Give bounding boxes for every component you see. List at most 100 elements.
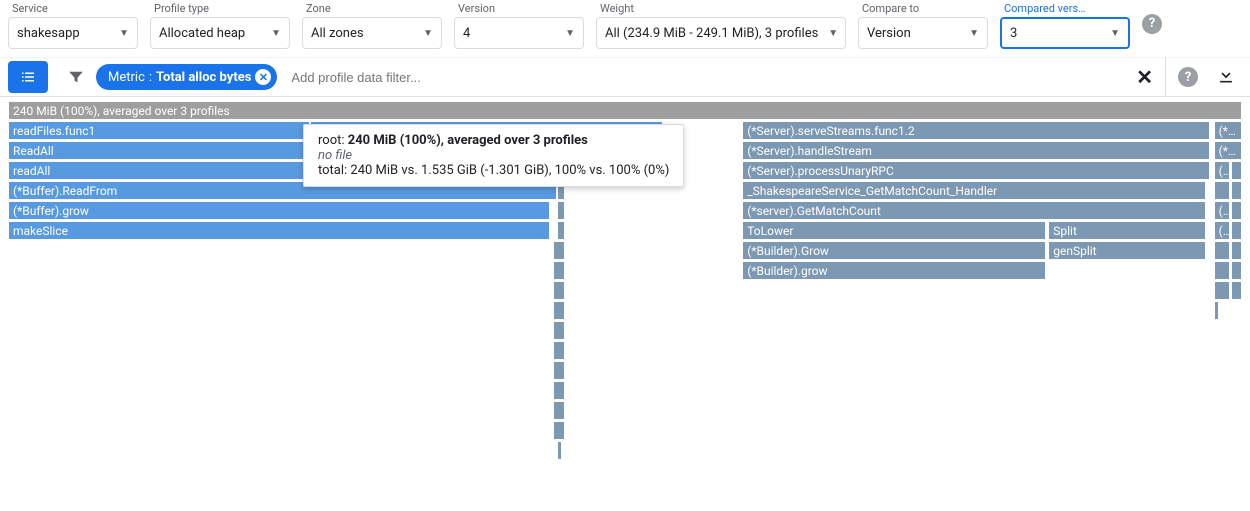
- tooltip-line1: root: 240 MiB (100%), averaged over 3 pr…: [318, 133, 669, 148]
- tooltip-line1-prefix: root:: [318, 133, 348, 148]
- compare-to-select[interactable]: Version ▼: [858, 17, 988, 49]
- flame-frame[interactable]: [553, 281, 564, 300]
- frame-tooltip: root: 240 MiB (100%), averaged over 3 pr…: [303, 124, 684, 187]
- chevron-down-icon: ▼: [423, 28, 433, 39]
- compared-version-value: 3: [1010, 26, 1017, 41]
- profile-type-select[interactable]: Allocated heap ▼: [150, 17, 290, 49]
- chevron-down-icon: ▼: [119, 28, 129, 39]
- weight-select[interactable]: All (234.9 MiB - 249.1 MiB), 3 profiles …: [596, 17, 846, 49]
- flame-frame[interactable]: [553, 341, 564, 360]
- flame-frame[interactable]: (*h…: [1214, 121, 1242, 140]
- tooltip-line3-value: 240 MiB vs. 1.535 GiB (-1.301 GiB), 100%…: [350, 163, 669, 178]
- weight-value: All (234.9 MiB - 249.1 MiB), 3 profiles: [605, 26, 818, 41]
- flame-frame[interactable]: (*Server).serveStreams.func1.2: [742, 121, 1210, 140]
- zone-label: Zone: [306, 2, 442, 15]
- control-bar: Service shakesapp ▼ Profile type Allocat…: [0, 0, 1250, 57]
- flame-frame[interactable]: [553, 261, 564, 280]
- service-value: shakesapp: [17, 26, 80, 41]
- flame-frame[interactable]: [553, 241, 564, 260]
- chevron-down-icon: ▼: [1110, 28, 1120, 39]
- flame-frame[interactable]: [1214, 181, 1230, 200]
- flame-frame[interactable]: (*Buffer).grow: [8, 201, 550, 220]
- chevron-down-icon: ▼: [969, 28, 979, 39]
- flame-frame[interactable]: (…: [1214, 201, 1230, 220]
- flame-frame[interactable]: makeSlice: [8, 221, 550, 240]
- tooltip-line3: total: 240 MiB vs. 1.535 GiB (-1.301 GiB…: [318, 163, 669, 178]
- chip-remove-icon[interactable]: ✕: [255, 69, 271, 85]
- metric-chip-value: Total alloc bytes: [156, 70, 251, 85]
- flame-frame[interactable]: (*Server).processUnaryRPC: [742, 161, 1210, 180]
- compare-to-control: Compare to Version ▼: [858, 2, 988, 49]
- flame-frame[interactable]: [1214, 281, 1230, 300]
- version-label: Version: [458, 2, 584, 15]
- flame-frame[interactable]: Split: [1048, 221, 1206, 240]
- flame-frame[interactable]: [1214, 261, 1230, 280]
- tooltip-line1-value: 240 MiB (100%), averaged over 3 profiles: [348, 133, 588, 148]
- compare-to-value: Version: [867, 26, 911, 41]
- flame-frame[interactable]: [1214, 241, 1230, 260]
- flame-frame[interactable]: [1231, 181, 1242, 200]
- flame-frame[interactable]: [557, 441, 562, 460]
- flame-frame[interactable]: [1214, 301, 1219, 320]
- flame-frame[interactable]: [553, 301, 564, 320]
- version-value: 4: [463, 26, 470, 41]
- download-icon: [1216, 65, 1236, 85]
- flame-frame[interactable]: [1231, 221, 1242, 240]
- weight-control: Weight All (234.9 MiB - 249.1 MiB), 3 pr…: [596, 2, 846, 49]
- service-select[interactable]: shakesapp ▼: [8, 17, 138, 49]
- flame-frame[interactable]: (*Server).handleStream: [742, 141, 1210, 160]
- flame-root[interactable]: 240 MiB (100%), averaged over 3 profiles: [8, 101, 1242, 120]
- list-view-button[interactable]: [8, 61, 48, 93]
- version-select[interactable]: 4 ▼: [454, 17, 584, 49]
- tooltip-line3-prefix: total:: [318, 163, 350, 178]
- download-button[interactable]: [1204, 65, 1242, 89]
- service-label: Service: [12, 2, 138, 15]
- list-icon: [19, 68, 37, 86]
- help-icon[interactable]: ?: [1178, 67, 1198, 87]
- clear-filter-button[interactable]: ✕: [1124, 65, 1165, 89]
- flame-frame[interactable]: (…: [1214, 221, 1230, 240]
- flame-frame[interactable]: [553, 381, 564, 400]
- zone-select[interactable]: All zones ▼: [302, 17, 442, 49]
- compared-version-select[interactable]: 3 ▼: [1000, 17, 1130, 49]
- flame-frame[interactable]: (*h…: [1214, 141, 1242, 160]
- flame-frame[interactable]: [1231, 261, 1242, 280]
- filter-icon: [67, 68, 85, 86]
- flame-frame[interactable]: _ShakespeareService_GetMatchCount_Handle…: [742, 181, 1206, 200]
- chevron-down-icon: ▼: [565, 28, 575, 39]
- flame-frame[interactable]: [1231, 281, 1242, 300]
- compare-to-label: Compare to: [862, 2, 988, 15]
- compared-version-label: Compared vers…: [1004, 2, 1130, 15]
- filter-bar: Metric : Total alloc bytes ✕ ✕ ?: [0, 57, 1250, 97]
- flame-frame[interactable]: ToLower: [742, 221, 1046, 240]
- flame-frame[interactable]: [553, 361, 564, 380]
- flame-frame[interactable]: (*Builder).grow: [742, 261, 1046, 280]
- metric-chip[interactable]: Metric : Total alloc bytes ✕: [96, 64, 277, 90]
- flame-frame[interactable]: readFiles.func1: [8, 121, 310, 140]
- flame-frame[interactable]: [553, 321, 564, 340]
- flame-frame[interactable]: [1231, 201, 1242, 220]
- metric-chip-prefix: Metric: [108, 70, 145, 85]
- filter-input[interactable]: [289, 69, 1124, 86]
- flame-frame[interactable]: genSplit: [1048, 241, 1206, 260]
- chevron-down-icon: ▼: [271, 28, 281, 39]
- flame-frame[interactable]: [1231, 161, 1242, 180]
- help-icon[interactable]: ?: [1142, 14, 1162, 34]
- filter-icon-button[interactable]: [56, 68, 96, 86]
- flame-frame[interactable]: [553, 401, 564, 420]
- flame-frame[interactable]: [557, 221, 564, 240]
- profile-type-value: Allocated heap: [159, 26, 245, 41]
- flame-frame[interactable]: (*server).GetMatchCount: [742, 201, 1206, 220]
- tooltip-line2: no file: [318, 148, 669, 163]
- flame-frame[interactable]: (…: [1214, 161, 1230, 180]
- profile-type-control: Profile type Allocated heap ▼: [150, 2, 290, 49]
- flame-frame[interactable]: [553, 421, 564, 440]
- chevron-down-icon: ▼: [828, 28, 838, 39]
- divider: [1165, 57, 1166, 97]
- flame-frame[interactable]: [557, 201, 564, 220]
- weight-label: Weight: [600, 2, 846, 15]
- compared-version-control: Compared vers… 3 ▼: [1000, 2, 1130, 49]
- flame-frame[interactable]: [1231, 241, 1242, 260]
- version-control: Version 4 ▼: [454, 2, 584, 49]
- flame-frame[interactable]: (*Builder).Grow: [742, 241, 1046, 260]
